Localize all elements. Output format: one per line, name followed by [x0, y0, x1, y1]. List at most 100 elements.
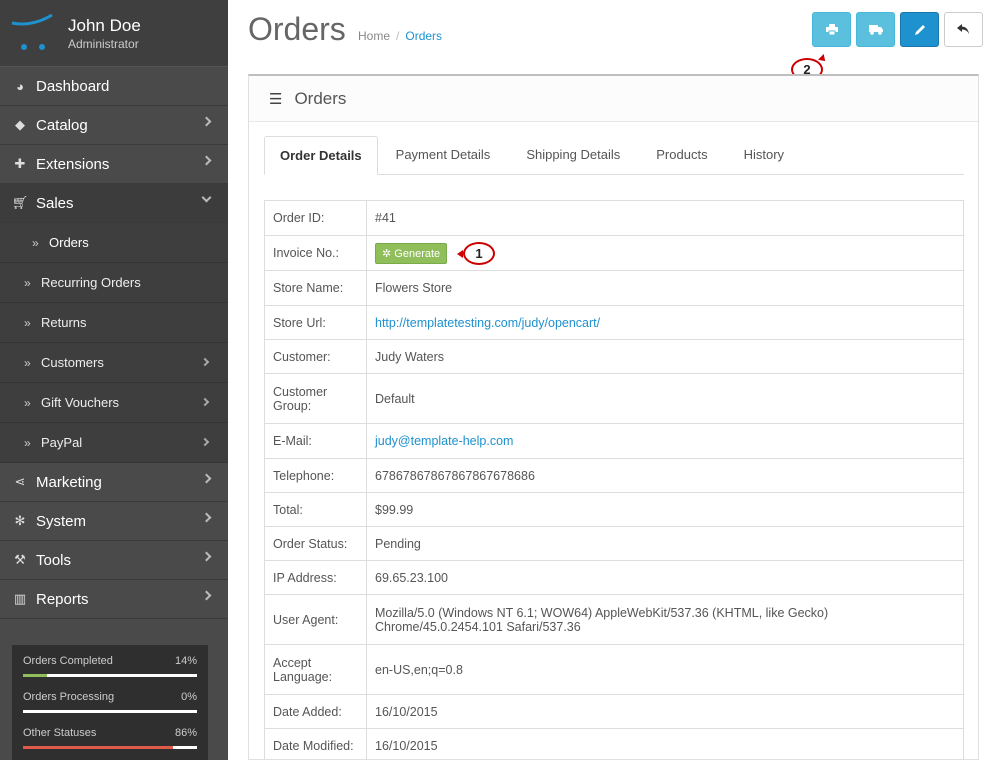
- sidebar-item-marketing[interactable]: ⋖ Marketing: [0, 463, 228, 502]
- row-value: Flowers Store: [366, 270, 964, 306]
- sidebar-item-sales[interactable]: 🛒︎ Sales: [0, 184, 228, 223]
- sidebar-item-label: Reports: [36, 590, 89, 608]
- tab-shipping-details[interactable]: Shipping Details: [508, 136, 638, 174]
- row-label: IP Address:: [264, 560, 367, 595]
- profile-name[interactable]: John Doe: [68, 16, 141, 36]
- sidebar-item-reports[interactable]: ▥ Reports: [0, 580, 228, 619]
- sidebar-subitem-orders[interactable]: » Orders: [0, 223, 228, 263]
- row-value: 67867867867867867678686: [366, 458, 964, 493]
- generate-invoice-button[interactable]: ✲ Generate: [375, 242, 448, 264]
- double-angle-right-icon: »: [24, 275, 31, 290]
- row-value: 16/10/2015: [366, 694, 964, 729]
- print-invoice-button[interactable]: [812, 12, 851, 47]
- row-value: http://templatetesting.com/judy/opencart…: [366, 305, 964, 340]
- row-label: Order ID:: [264, 200, 367, 236]
- row-value: 69.65.23.100: [366, 560, 964, 595]
- row-label: Invoice No.:: [264, 235, 367, 271]
- stat-value: 14%: [174, 655, 197, 667]
- table-row: Date Modified: 16/10/2015: [264, 728, 964, 760]
- sidebar-subitem-label: Returns: [41, 315, 87, 330]
- table-row: Date Added: 16/10/2015: [264, 694, 964, 729]
- row-value: ✲ Generate 1: [366, 235, 964, 271]
- sidebar-item-label: Sales: [36, 194, 74, 212]
- callout-1: 1: [463, 242, 495, 265]
- sidebar-item-label: System: [36, 512, 87, 530]
- row-value: $99.99: [366, 492, 964, 527]
- row-value: judy@template-help.com: [366, 423, 964, 459]
- progress-bar: [23, 746, 197, 749]
- reply-icon: [957, 24, 969, 34]
- sidebar-subitem-returns[interactable]: » Returns: [0, 303, 228, 343]
- sidebar-item-system[interactable]: ✻ System: [0, 502, 228, 541]
- chevron-right-icon: [200, 357, 210, 367]
- sidebar-item-tools[interactable]: ⚒ Tools: [0, 541, 228, 580]
- row-label: Total:: [264, 492, 367, 527]
- stat-label: Other Statuses: [23, 727, 97, 739]
- tab-payment-details[interactable]: Payment Details: [378, 136, 509, 174]
- print-icon: [825, 24, 838, 35]
- stat-label: Orders Processing: [23, 691, 115, 703]
- sidebar-subitem-customers[interactable]: » Customers: [0, 343, 228, 383]
- chevron-right-icon: [200, 397, 210, 407]
- sidebar-item-label: Tools: [36, 551, 72, 569]
- progress-bar: [23, 674, 197, 677]
- table-row: IP Address: 69.65.23.100: [264, 560, 964, 595]
- back-button[interactable]: [944, 12, 983, 47]
- sidebar-subitem-label: Orders: [49, 235, 89, 250]
- action-toolbar: [812, 12, 983, 47]
- row-label: Date Modified:: [264, 728, 367, 760]
- table-row: Telephone: 67867867867867867678686: [264, 458, 964, 493]
- sidebar-item-extensions[interactable]: ✚ Extensions: [0, 145, 228, 184]
- orders-panel: ☰ Orders Order Details Payment Details S…: [248, 74, 979, 760]
- double-angle-right-icon: »: [32, 235, 39, 250]
- row-value: #41: [366, 200, 964, 236]
- panel-heading: ☰ Orders: [249, 76, 978, 122]
- sidebar-subitem-label: Gift Vouchers: [41, 395, 120, 410]
- stat-value: 0%: [181, 691, 197, 703]
- tab-history[interactable]: History: [726, 136, 802, 174]
- pencil-icon: [914, 24, 925, 35]
- store-url-link[interactable]: http://templatetesting.com/judy/opencart…: [375, 316, 600, 330]
- email-link[interactable]: judy@template-help.com: [375, 434, 513, 448]
- progress-fill: [23, 746, 173, 749]
- row-label: Store Url:: [264, 305, 367, 340]
- generate-label: Generate: [394, 247, 441, 260]
- progress-bar: [23, 710, 197, 713]
- breadcrumb-separator: /: [396, 29, 400, 43]
- breadcrumb-home[interactable]: Home: [358, 29, 390, 43]
- double-angle-right-icon: »: [24, 315, 31, 330]
- share-icon: ⋖: [14, 474, 26, 489]
- page-title: Orders: [248, 11, 346, 47]
- row-value: Default: [366, 373, 964, 424]
- tab-order-details[interactable]: Order Details: [264, 136, 378, 175]
- sidebar-item-dashboard[interactable]: ◕ Dashboard: [0, 67, 228, 106]
- print-shipping-button[interactable]: [856, 12, 895, 47]
- cart-icon: 🛒︎: [11, 195, 29, 210]
- double-angle-right-icon: »: [24, 355, 31, 370]
- row-label: Customer:: [264, 339, 367, 374]
- row-label: Order Status:: [264, 526, 367, 561]
- stat-label: Orders Completed: [23, 655, 113, 667]
- profile-role: Administrator: [68, 37, 139, 51]
- tab-products[interactable]: Products: [638, 136, 725, 174]
- cog-icon: ✻: [14, 513, 26, 528]
- sidebar-subitem-gift-vouchers[interactable]: » Gift Vouchers: [0, 383, 228, 423]
- double-angle-right-icon: »: [24, 435, 31, 450]
- chevron-right-icon: [200, 437, 210, 447]
- sidebar-subitem-label: Recurring Orders: [41, 275, 141, 290]
- row-label: Telephone:: [264, 458, 367, 493]
- breadcrumb-orders[interactable]: Orders: [405, 29, 442, 43]
- panel-title: Orders: [294, 88, 347, 108]
- sidebar-item-catalog[interactable]: ◆ Catalog: [0, 106, 228, 145]
- edit-button[interactable]: [900, 12, 939, 47]
- table-row: Accept Language: en-US,en;q=0.8: [264, 644, 964, 695]
- profile-header: John Doe Administrator: [0, 0, 228, 67]
- sidebar-subitem-paypal[interactable]: » PayPal: [0, 423, 228, 463]
- row-label: User Agent:: [264, 594, 367, 645]
- sidebar-subitem-recurring-orders[interactable]: » Recurring Orders: [0, 263, 228, 303]
- opencart-logo-icon: [11, 13, 53, 50]
- wrench-icon: ⚒: [14, 552, 26, 567]
- table-row: Total: $99.99: [264, 492, 964, 527]
- table-row: E-Mail: judy@template-help.com: [264, 423, 964, 459]
- stat-other-statuses: Other Statuses 86%: [23, 727, 197, 760]
